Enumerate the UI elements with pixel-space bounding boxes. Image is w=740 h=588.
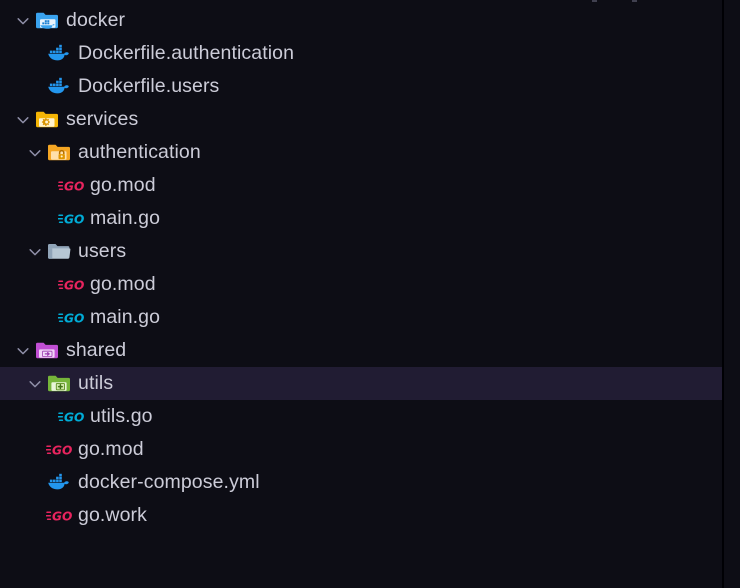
- svg-text:GO: GO: [52, 509, 72, 523]
- tree-row-services-authentication-go-mod[interactable]: GO go.mod: [0, 169, 722, 202]
- go-file-icon: GO: [58, 406, 84, 428]
- docker-whale-icon: [46, 43, 72, 65]
- tree-row-docker-folder[interactable]: docker: [0, 4, 722, 37]
- folder-name-label: authentication: [78, 141, 201, 163]
- file-tree[interactable]: docker Dockerfile.authentication Dockerfil…: [0, 0, 722, 588]
- file-explorer-panel: docker Dockerfile.authentication Dockerfil…: [0, 0, 740, 588]
- tree-row-shared-go-mod[interactable]: GO go.mod: [0, 433, 722, 466]
- file-name-label: go.mod: [90, 174, 156, 196]
- tree-row-utils-folder[interactable]: utils: [0, 367, 722, 400]
- svg-text:GO: GO: [64, 278, 84, 292]
- chevron-down-icon[interactable]: [12, 4, 34, 37]
- chevron-down-icon[interactable]: [12, 103, 34, 136]
- chevron-down-icon[interactable]: [24, 136, 46, 169]
- clipped-row-above: [0, 0, 722, 3]
- folder-name-label: users: [78, 240, 127, 262]
- chevron-down-icon[interactable]: [12, 334, 34, 367]
- go-mod-icon: GO: [58, 175, 84, 197]
- tree-row-services-users-go-mod[interactable]: GO go.mod: [0, 268, 722, 301]
- file-name-label: go.mod: [78, 438, 144, 460]
- tree-row-dockerfile-authentication[interactable]: Dockerfile.authentication: [0, 37, 722, 70]
- folder-utils-icon: [46, 373, 72, 395]
- go-file-icon: GO: [58, 208, 84, 230]
- folder-docker-icon: [34, 10, 60, 32]
- file-name-label: main.go: [90, 306, 161, 328]
- svg-text:GO: GO: [64, 311, 84, 325]
- svg-text:GO: GO: [52, 443, 72, 457]
- tree-row-docker-compose-yml[interactable]: docker-compose.yml: [0, 466, 722, 499]
- svg-text:GO: GO: [64, 179, 84, 193]
- tree-row-authentication-folder[interactable]: authentication: [0, 136, 722, 169]
- svg-text:GO: GO: [64, 212, 84, 226]
- folder-services-icon: [34, 109, 60, 131]
- tree-row-shared-utils-utils-go[interactable]: GO utils.go: [0, 400, 722, 433]
- tree-row-users-folder[interactable]: users: [0, 235, 722, 268]
- file-name-label: main.go: [90, 207, 161, 229]
- folder-plain-icon: [46, 241, 72, 263]
- tree-row-services-users-main-go[interactable]: GO main.go: [0, 301, 722, 334]
- folder-name-label: docker: [66, 9, 126, 31]
- docker-whale-icon: [46, 472, 72, 494]
- tree-row-dockerfile-users[interactable]: Dockerfile.users: [0, 70, 722, 103]
- chevron-down-icon[interactable]: [24, 367, 46, 400]
- panel-right-gutter: [724, 0, 740, 588]
- docker-whale-icon: [46, 76, 72, 98]
- tree-row-go-work[interactable]: GO go.work: [0, 499, 722, 532]
- go-file-icon: GO: [58, 307, 84, 329]
- file-name-label: docker-compose.yml: [78, 471, 260, 493]
- file-name-label: utils.go: [90, 405, 153, 427]
- folder-shared-icon: [34, 340, 60, 362]
- tree-row-shared-folder[interactable]: shared: [0, 334, 722, 367]
- folder-name-label: utils: [78, 372, 114, 394]
- folder-lock-icon: [46, 142, 72, 164]
- tree-row-services-folder[interactable]: services: [0, 103, 722, 136]
- tree-row-services-authentication-main-go[interactable]: GO main.go: [0, 202, 722, 235]
- go-mod-icon: GO: [46, 505, 72, 527]
- chevron-down-icon[interactable]: [24, 235, 46, 268]
- folder-name-label: shared: [66, 339, 127, 361]
- file-name-label: go.mod: [90, 273, 156, 295]
- go-mod-icon: GO: [58, 274, 84, 296]
- svg-text:GO: GO: [64, 410, 84, 424]
- file-name-label: Dockerfile.users: [78, 75, 220, 97]
- folder-name-label: services: [66, 108, 139, 130]
- file-name-label: go.work: [78, 504, 147, 526]
- go-mod-icon: GO: [46, 439, 72, 461]
- file-name-label: Dockerfile.authentication: [78, 42, 295, 64]
